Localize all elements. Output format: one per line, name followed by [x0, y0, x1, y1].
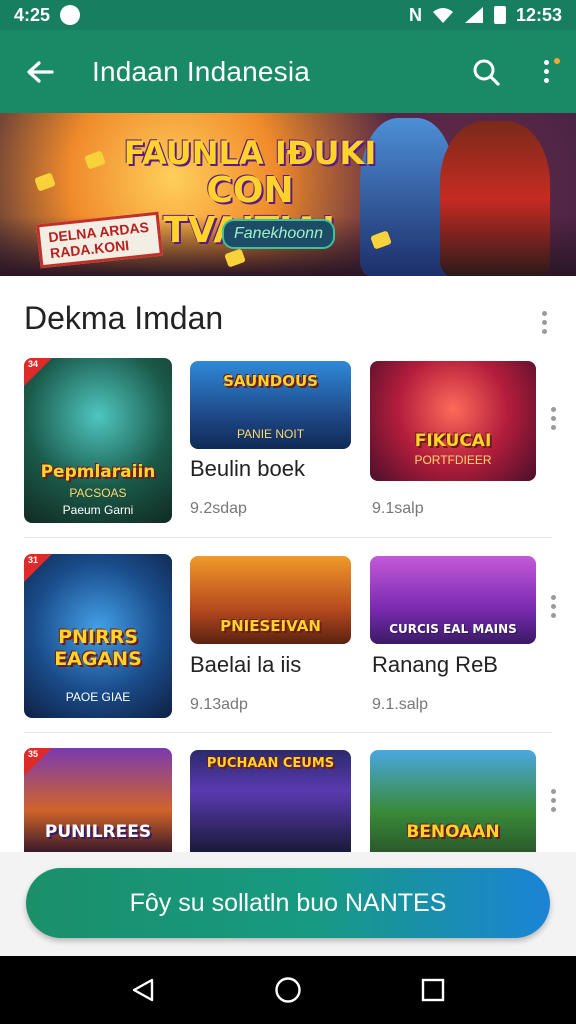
status-network: N — [408, 4, 422, 25]
square-recents-icon — [422, 978, 445, 1002]
featured-game-card[interactable]: 34 Pepmlaraiin PACSOAS Paeum Garni — [24, 358, 172, 523]
cta-container: Fôy su sollatln buo NANTES — [0, 852, 576, 956]
nav-home-button[interactable] — [258, 960, 318, 1020]
game-section: Dekma Imdan 34 Pepmlaraiin PACSOAS Paeum… — [0, 276, 576, 852]
more-vert-icon — [550, 594, 556, 618]
triangle-back-icon — [132, 978, 153, 1002]
banner-tag: Fanekhoonn — [222, 219, 335, 249]
game-name[interactable]: Baelai la iis — [190, 652, 301, 678]
signal-icon — [464, 7, 483, 23]
page-title: Indaan Indanesia — [92, 55, 311, 87]
row-divider — [24, 537, 552, 538]
status-clock: 12:53 — [515, 4, 562, 25]
game-name[interactable]: Beulin boek — [190, 456, 305, 482]
promo-banner[interactable]: FAUNLA IÐUKI CON TVAITIA! DELNA ARDAS RA… — [0, 113, 576, 276]
more-vert-icon — [550, 406, 556, 430]
status-time: 4:25 — [14, 4, 51, 25]
corner-badge-text: 34 — [28, 359, 39, 369]
game-size: 9.2sdap — [190, 500, 247, 517]
game-art-title: PUNILREES — [44, 822, 152, 842]
circle-home-icon — [275, 977, 301, 1003]
game-art-sub: PANIE NOIT — [236, 427, 305, 441]
featured-game-card[interactable]: 35 PUNILREES — [24, 748, 172, 852]
game-art-title: Pepmlaraiin — [40, 462, 156, 482]
section-title: Dekma Imdan — [24, 300, 224, 336]
row-divider — [24, 732, 552, 733]
search-icon — [473, 59, 500, 86]
search-button[interactable] — [456, 42, 516, 102]
game-card[interactable]: FIKUCAI PORTFDIEER — [370, 361, 536, 481]
game-art-title: BENOAAN — [406, 822, 500, 842]
game-art-title: SAUNDOUS — [223, 372, 318, 390]
game-art-title: PNIESEIVAN — [220, 617, 321, 635]
corner-badge-text: 35 — [28, 749, 39, 759]
game-art-title: PNIRRS EAGANS — [54, 626, 142, 670]
notification-badge — [552, 55, 562, 66]
featured-game-card[interactable]: 31 PNIRRS EAGANS PAOE GIAE — [24, 554, 172, 718]
nav-back-button[interactable] — [113, 960, 173, 1020]
game-card[interactable]: BENOAAN — [370, 750, 536, 852]
game-art-title: FIKUCAI — [414, 431, 492, 451]
row-more-button[interactable] — [548, 594, 558, 618]
battery-icon — [493, 6, 506, 24]
corner-badge-text: 31 — [28, 555, 39, 565]
more-vert-icon — [541, 310, 547, 334]
more-vert-icon — [550, 788, 556, 812]
game-size: 9.1.salp — [372, 696, 429, 713]
game-card[interactable]: PUCHAAN CEUMS — [190, 750, 351, 852]
banner-headline-line1: FAUNLA IÐUKI — [123, 134, 377, 172]
game-art-sub: PACSOAS — [69, 486, 127, 500]
section-more-button[interactable] — [536, 304, 552, 340]
app-bar: Indaan Indanesia — [0, 30, 576, 113]
game-art-title: CURCIS EAL MAINS — [389, 622, 517, 636]
coin-icon — [34, 172, 56, 192]
wifi-icon — [432, 8, 453, 23]
banner-hero-red — [440, 121, 550, 276]
cta-button[interactable]: Fôy su sollatln buo NANTES — [26, 868, 550, 938]
game-name[interactable]: Ranang ReB — [372, 652, 498, 678]
row-more-button[interactable] — [548, 406, 558, 430]
more-vert-icon — [543, 60, 549, 83]
nav-recents-button[interactable] — [403, 960, 463, 1020]
row-more-button[interactable] — [548, 788, 558, 812]
game-size: 9.13adp — [190, 696, 248, 713]
system-nav-bar — [0, 956, 576, 1024]
game-art-sub: PAOE GIAE — [65, 690, 131, 704]
coin-icon — [84, 150, 106, 170]
game-card[interactable]: SAUNDOUS PANIE NOIT — [190, 361, 351, 449]
game-art-title: PUCHAAN CEUMS — [206, 756, 335, 771]
arrow-left-icon — [27, 60, 54, 83]
game-card[interactable]: PNIESEIVAN — [190, 556, 351, 644]
game-art-sub2: Paeum Garni — [62, 503, 134, 517]
game-card[interactable]: CURCIS EAL MAINS — [370, 556, 536, 644]
game-size: 9.1salp — [372, 500, 424, 517]
notification-icon — [60, 5, 81, 25]
game-art-sub: PORTFDIEER — [414, 453, 492, 467]
overflow-menu-button[interactable] — [516, 42, 576, 102]
back-button[interactable] — [0, 30, 80, 113]
status-bar: 4:25 N 12:53 — [0, 0, 576, 30]
